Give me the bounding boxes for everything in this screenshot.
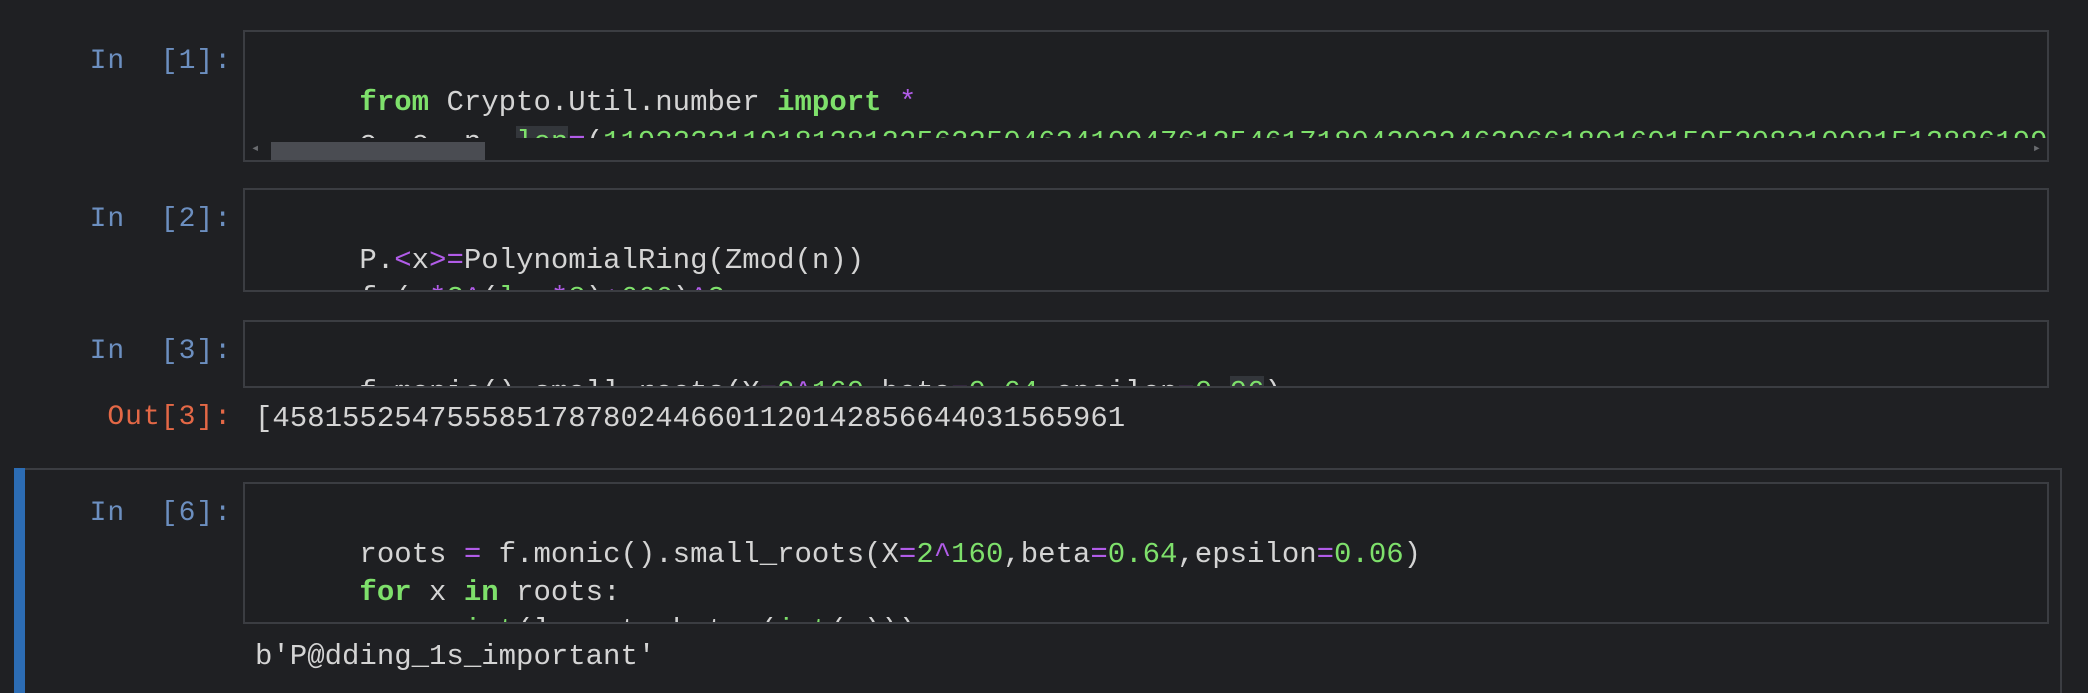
cell-3-line-1: f.monic().small_roots(X=2^160,beta=0.64,… [255,336,1282,386]
cell-2-line-1: P.<x>=PolynomialRing(Zmod(n)) [359,244,865,277]
cell-6-input[interactable]: roots = f.monic().small_roots(X=2^160,be… [243,482,2049,624]
cell-2-prompt: In [2]: [89,204,232,235]
cell-6-prompt: In [6]: [89,498,232,529]
cell-3-output: [458155254755585178780244660112014285664… [255,402,1126,435]
cell-1-prompt: In [1]: [89,46,232,77]
horizontal-scrollbar[interactable]: ◂ ▸ [245,138,2047,160]
cell-2-line-2: f=(x*2^(len*8)+666)^3-c [255,242,759,290]
scroll-right-icon[interactable]: ▸ [2033,140,2041,157]
cell-6-line-1: roots = f.monic().small_roots(X=2^160,be… [359,538,1422,571]
cell-3-input[interactable]: f.monic().small_roots(X=2^160,beta=0.64,… [243,320,2049,388]
cell-1-line-1: from Crypto.Util.number import * [359,86,917,119]
cell-2-input[interactable]: P.<x>=PolynomialRing(Zmod(n)) f=(x*2^(le… [243,188,2049,292]
scrollbar-thumb[interactable] [271,142,485,160]
cell-1-line-2: c, e, n, len=(11933331191813812256325046… [255,86,2047,159]
cell-1-input[interactable]: from Crypto.Util.number import * c, e, n… [243,30,2049,162]
cell-3-out-prompt: Out[3]: [107,402,232,433]
cell-6-output: b'P@dding_1s_important' [255,640,656,673]
cell-6-line-2: for x in roots: [359,576,621,609]
cell-3-prompt: In [3]: [89,336,232,367]
scroll-left-icon[interactable]: ◂ [251,140,259,157]
cell-6-line-3: print(long_to_bytes(int(x))) [255,574,916,622]
